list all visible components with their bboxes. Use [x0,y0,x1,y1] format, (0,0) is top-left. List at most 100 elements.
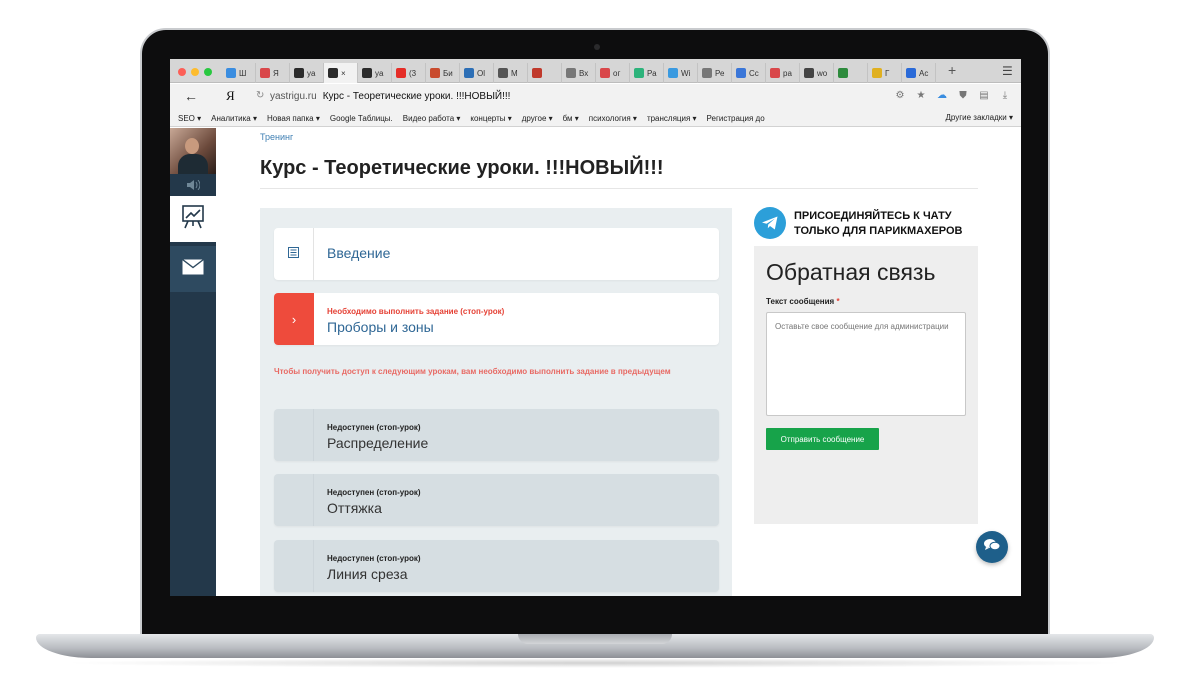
browser-tab[interactable]: Ol [460,63,494,83]
browser-tab[interactable]: ya [290,63,324,83]
title-divider [260,188,978,189]
bookmark-item[interactable]: Google Таблицы. [330,114,393,123]
browser-tabs: Ш Яya × ya (3 Би Ol M Вх ог Ра Wi Ре Сс ра wo Г Ac [222,63,936,83]
send-message-button[interactable]: Отправить сообщение [766,428,879,450]
message-textarea[interactable] [766,312,966,416]
tab-label: Вх [579,68,589,78]
browser-tab[interactable]: Ра [630,63,664,83]
browser-menu-icon[interactable]: ☰ [1002,64,1013,78]
browser-tab[interactable]: ра [766,63,800,83]
bookmark-item[interactable]: бм ▾ [563,114,579,123]
sound-icon[interactable] [170,174,216,196]
avatar[interactable] [170,128,216,174]
new-tab-button[interactable]: + [948,62,956,78]
bookmark-item[interactable]: SEO ▾ [178,114,201,123]
feedback-title: Обратная связь [766,259,936,285]
tab-label: Wi [681,68,691,78]
bookmark-item[interactable]: психология ▾ [589,114,637,123]
tab-favicon-icon [804,68,814,78]
reload-icon[interactable]: ↻ [256,90,264,101]
tab-favicon-icon [430,68,440,78]
browser-tab[interactable] [528,63,562,83]
browser-tab[interactable]: (3 [392,63,426,83]
bookmark-item[interactable]: трансляция ▾ [647,114,697,123]
close-window-button[interactable] [178,68,186,76]
browser-tab[interactable]: × [324,63,358,83]
tab-bar: Ш Яya × ya (3 Би Ol M Вх ог Ра Wi Ре Сс ра wo Г Ac + ☰ [170,59,1021,83]
browser-tab[interactable]: Би [426,63,460,83]
tab-favicon-icon [634,68,644,78]
tab-favicon-icon [872,68,882,78]
browser-tab[interactable]: Г [868,63,902,83]
lesson-card-locked: Недоступен (стоп-урок) Распределение [274,409,719,461]
yandex-logo[interactable]: Я [226,88,235,104]
tab-label: ра [783,68,792,78]
tab-label: M [511,68,518,78]
message-label-text: Текст сообщения [766,297,835,306]
browser-tab[interactable]: ог [596,63,630,83]
browser-tab[interactable]: Ш [222,63,256,83]
bookmark-item[interactable]: Видео работа ▾ [403,114,461,123]
chevron-right-icon: › [274,293,314,345]
lesson-card-locked: Недоступен (стоп-урок) Оттяжка [274,474,719,526]
browser-tab[interactable]: Wi [664,63,698,83]
tab-label: ya [375,68,384,78]
lesson-card-current[interactable]: › Необходимо выполнить задание (стоп-уро… [274,293,719,345]
telegram-chat-banner[interactable]: ПРИСОЕДИНЯЙТЕСЬ К ЧАТУ ТОЛЬКО ДЛЯ ПАРИКМ… [754,206,978,246]
avatar-body [178,154,208,174]
sidebar-item-training[interactable] [170,196,216,242]
url-field[interactable]: yastrigu.ru Курс - Теоретические уроки. !… [270,91,510,102]
browser-tab[interactable]: Вх [562,63,596,83]
page-title: Курс - Теоретические уроки. !!!НОВЫЙ!!! [260,157,664,179]
tab-favicon-icon [294,68,304,78]
tab-favicon-icon [226,68,236,78]
translate-icon[interactable]: ⚙ [894,90,906,101]
lesson-card-intro[interactable]: Введение [274,228,719,280]
cloud-icon[interactable]: ☁ [936,90,948,101]
download-icon[interactable]: ⤓ [999,90,1011,101]
minimize-window-button[interactable] [191,68,199,76]
tab-favicon-icon [702,68,712,78]
browser-tab[interactable]: Я [256,63,290,83]
star-icon[interactable]: ★ [915,90,927,101]
tab-favicon-icon [328,68,338,78]
sidebar-item-messages[interactable] [170,246,216,292]
shield-icon[interactable]: ⛊ [957,90,969,101]
chat-bubbles-icon [983,538,1001,557]
lesson-name: Введение [327,245,391,261]
chat-widget-button[interactable] [976,531,1008,563]
feedback-form: Обратная связь Текст сообщения * Отправи… [754,246,978,524]
browser-tab[interactable]: Ре [698,63,732,83]
laptop-notch [518,634,672,644]
breadcrumb[interactable]: Тренинг [260,132,293,142]
lesson-icon-locked [274,540,314,592]
browser-tab[interactable]: Сс [732,63,766,83]
tab-favicon-icon [736,68,746,78]
tab-favicon-icon [498,68,508,78]
bookmark-item[interactable]: Аналитика ▾ [211,114,257,123]
lesson-name: Проборы и зоны [327,319,434,335]
tab-favicon-icon [600,68,610,78]
browser-tab[interactable]: Ac [902,63,936,83]
document-icon [288,245,299,263]
tab-label: Ра [647,68,657,78]
browser-tab[interactable]: ya [358,63,392,83]
browser-tab[interactable]: wo [800,63,834,83]
bookmark-item[interactable]: Регистрация до [707,114,765,123]
bookmark-item[interactable]: другое ▾ [522,114,553,123]
maximize-window-button[interactable] [204,68,212,76]
extension-icon[interactable]: ▤ [978,90,990,101]
bookmark-item[interactable]: концерты ▾ [470,114,511,123]
tab-label: Г [885,68,890,78]
bookmark-item[interactable]: Новая папка ▾ [267,114,320,123]
mail-icon [182,258,204,280]
browser-tab[interactable] [834,63,868,83]
telegram-banner-line2: ТОЛЬКО ДЛЯ ПАРИКМАХЕРОВ [794,225,963,237]
lesson-name: Распределение [327,435,429,451]
back-button[interactable]: ← [184,88,198,104]
other-bookmarks[interactable]: Другие закладки ▾ [945,113,1013,122]
tab-label: Сс [749,68,759,78]
tab-favicon-icon [396,68,406,78]
tab-label: Би [443,68,453,78]
browser-tab[interactable]: M [494,63,528,83]
